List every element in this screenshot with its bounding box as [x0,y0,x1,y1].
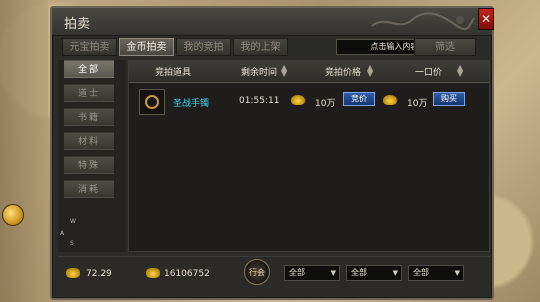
compass-a: A [60,230,65,237]
tab-my-listings[interactable]: 我的上架 [233,38,288,56]
sort-time-icon[interactable]: ▲ ▼ [281,64,287,78]
category-taoist[interactable]: 道士 [64,84,114,102]
filter-select-1[interactable]: 全部 ▼ [284,265,340,281]
header-bid-price[interactable]: 竞拍价格 [325,65,361,78]
guild-emblem-icon[interactable]: 行会 [244,259,270,285]
bid-price: 10万 [315,99,336,109]
gold-coin-icon [383,95,397,105]
category-books[interactable]: 书籍 [64,108,114,126]
category-special[interactable]: 特殊 [64,156,114,174]
sort-buyout-icon[interactable]: ▲ ▼ [457,64,463,78]
bid-button[interactable]: 竞价 [343,92,375,106]
filter-button[interactable]: 筛选 [414,38,476,56]
titlebar: 拍卖 [52,8,492,36]
filter-select-3-value: 全部 [413,268,429,277]
auction-table: 竞拍道具 剩余时间 ▲ ▼ 竞拍价格 ▲ ▼ 一口价 ▲ ▼ 圣战手镯 01:55:1… [128,60,490,252]
gold-coin-icon [291,95,305,105]
auction-tabs: 元宝拍卖 金币拍卖 我的竞拍 我的上架 [62,38,288,58]
table-header: 竞拍道具 剩余时间 ▲ ▼ 竞拍价格 ▲ ▼ 一口价 ▲ ▼ [129,61,489,83]
filter-select-2[interactable]: 全部 ▼ [346,265,402,281]
filter-select-2-value: 全部 [351,268,367,277]
compass-icon: W A S [60,218,90,248]
side-shortcut-icon[interactable] [2,204,24,226]
gold-balance: 16106752 [164,269,210,279]
filter-select-3[interactable]: 全部 ▼ [408,265,464,281]
time-left: 01:55:11 [239,96,280,106]
compass-s: S [70,240,74,247]
gold-coin-icon [146,268,160,278]
chevron-down-icon: ▼ [330,269,336,277]
background-left-edge [0,0,48,302]
auction-window: 拍卖 元宝拍卖 金币拍卖 我的竞拍 我的上架 点击输入内容! 筛选 全部 道士 … [50,6,494,300]
item-name: 圣战手镯 [173,99,210,109]
chevron-down-icon: ▼ [392,269,398,277]
close-button[interactable]: ✕ [478,8,494,30]
filter-select-1-value: 全部 [289,268,305,277]
window-title: 拍卖 [64,17,91,32]
table-row[interactable]: 圣战手镯 01:55:11 10万 竞价 10万 购买 [129,87,489,119]
dragon-decoration-icon [368,10,478,34]
category-materials[interactable]: 材料 [64,132,114,150]
compass-w: W [70,218,76,225]
category-consumables[interactable]: 消耗 [64,180,114,198]
chevron-down-icon: ▼ [454,269,460,277]
buyout-price: 10万 [407,99,428,109]
tab-ingot-auction[interactable]: 元宝拍卖 [62,38,117,56]
header-time-left[interactable]: 剩余时间 [241,65,277,78]
header-buyout-price[interactable]: 一口价 [415,65,442,78]
buy-button[interactable]: 购买 [433,92,465,106]
tab-gold-auction[interactable]: 金币拍卖 [119,38,174,56]
tab-my-bids[interactable]: 我的竞拍 [176,38,231,56]
sort-bid-icon[interactable]: ▲ ▼ [367,64,373,78]
bracelet-icon [145,95,159,109]
ingot-icon [66,268,80,278]
category-all[interactable]: 全部 [64,60,114,78]
ingot-balance: 72.29 [86,269,112,279]
item-slot[interactable] [139,89,165,115]
header-item: 竞拍道具 [155,68,192,78]
footer-bar: 72.29 16106752 行会 全部 ▼ 全部 ▼ 全部 ▼ [58,256,490,294]
